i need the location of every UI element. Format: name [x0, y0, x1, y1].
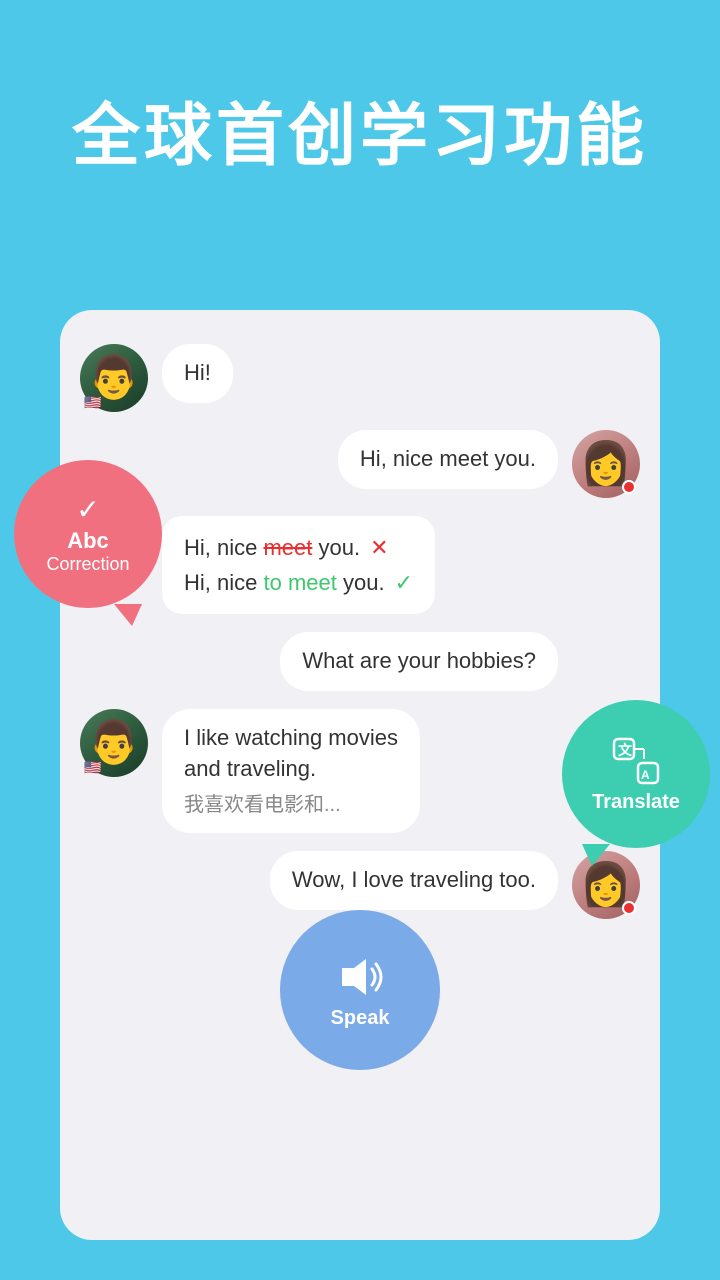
- correction-bubble: Hi, nice meet you. ✕ Hi, nice to meet yo…: [162, 516, 435, 614]
- online-badge-2: [622, 901, 636, 915]
- message-text-zh: 我喜欢看电影和...: [184, 791, 398, 819]
- speak-bubble[interactable]: Speak: [280, 910, 440, 1070]
- message-bubble-5: I like watching movies and traveling. 我喜…: [162, 709, 420, 833]
- speak-label: Speak: [331, 1007, 390, 1030]
- abc-correction-bubble[interactable]: ✓ Abc Correction: [14, 460, 162, 608]
- correction-right-line: Hi, nice to meet you. ✓: [184, 565, 413, 600]
- chat-row-4: What are your hobbies?: [80, 632, 640, 691]
- chat-row-5: 🇺🇸 I like watching movies and traveling.…: [80, 709, 640, 833]
- message-bubble-2: Hi, nice meet you.: [338, 430, 558, 489]
- translate-bubble[interactable]: 文 A Translate: [562, 700, 710, 848]
- translate-label: Translate: [592, 791, 680, 814]
- wrong-word: meet: [263, 535, 312, 560]
- avatar-female-1: [572, 430, 640, 498]
- abc-label: Abc: [67, 528, 109, 554]
- page-title: 全球首创学习功能: [0, 80, 720, 179]
- correction-label: Correction: [46, 554, 129, 575]
- speak-icon: [334, 951, 386, 1003]
- message-bubble-4: What are your hobbies?: [280, 632, 558, 691]
- chat-row-2: Hi, nice meet you.: [80, 430, 640, 498]
- chat-row-6: Wow, I love traveling too.: [80, 851, 640, 919]
- flag-badge-3: 🇺🇸: [82, 759, 104, 775]
- correction-wrong-text: Hi, nice meet you.: [184, 530, 360, 565]
- checkmark-icon: ✓: [395, 565, 413, 600]
- svg-text:A: A: [641, 768, 650, 782]
- correction-right-text: Hi, nice to meet you.: [184, 565, 385, 600]
- chat-row-1: 🇺🇸 Hi!: [80, 344, 640, 412]
- app-background: 全球首创学习功能 🇺🇸 Hi! Hi, nice meet you. 🇺🇸: [0, 0, 720, 1280]
- translate-icon: 文 A: [610, 735, 662, 787]
- right-word: to meet: [263, 570, 336, 595]
- correction-wrong-line: Hi, nice meet you. ✕: [184, 530, 413, 565]
- avatar-male-3: 🇺🇸: [80, 709, 148, 777]
- chat-row-3: 🇺🇸 Hi, nice meet you. ✕ Hi, nice to meet…: [80, 516, 640, 614]
- svg-text:文: 文: [618, 742, 633, 758]
- avatar-male-1: 🇺🇸: [80, 344, 148, 412]
- online-badge-1: [622, 480, 636, 494]
- message-bubble-6: Wow, I love traveling too.: [270, 851, 558, 910]
- x-mark-icon: ✕: [370, 530, 388, 565]
- correction-check-icon: ✓: [76, 493, 99, 526]
- message-text-en: I like watching movies and traveling.: [184, 723, 398, 785]
- message-bubble-1: Hi!: [162, 344, 233, 403]
- flag-badge-1: 🇺🇸: [82, 394, 104, 410]
